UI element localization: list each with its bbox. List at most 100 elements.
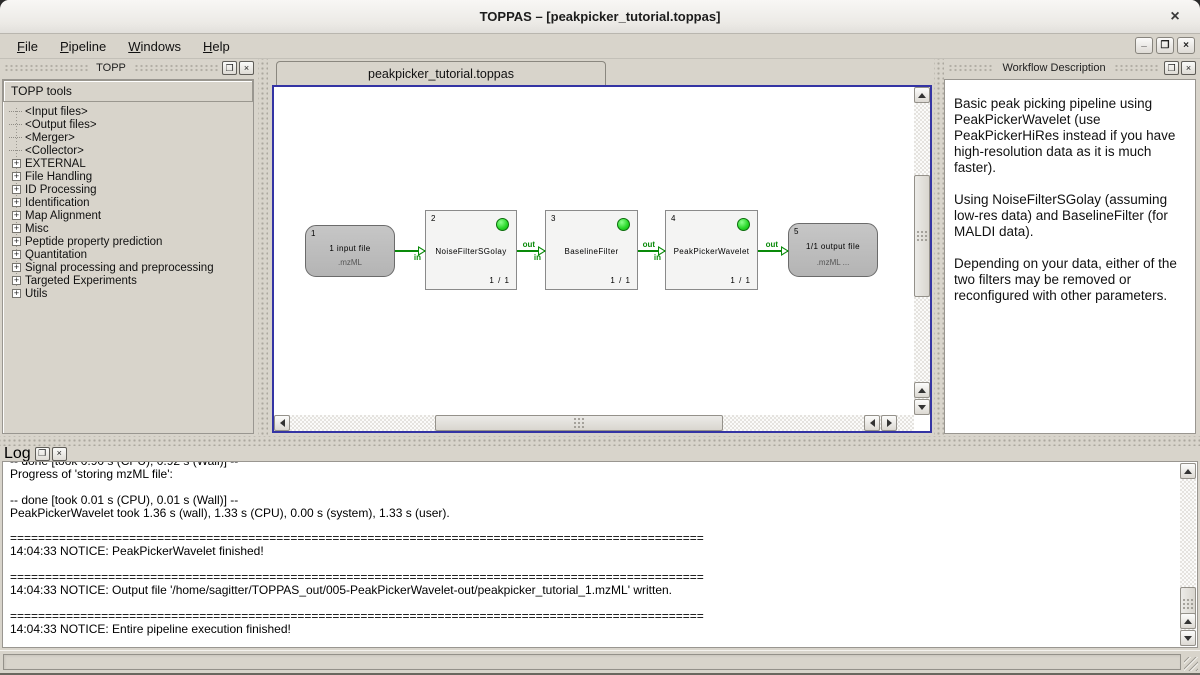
mdi-minimize-button[interactable]: _ — [1135, 37, 1153, 54]
log-dock-titlebar[interactable]: Log ❐ × — [0, 446, 1200, 461]
canvas-vscroll-thumb[interactable] — [914, 175, 930, 297]
expand-icon[interactable]: + — [12, 185, 21, 194]
tree-item[interactable]: + Signal processing and preprocessing — [9, 261, 253, 274]
expand-icon[interactable]: + — [12, 250, 21, 259]
log-splitter[interactable] — [0, 436, 1200, 446]
toppas-window: TOPPAS – [peakpicker_tutorial.toppas] × … — [0, 0, 1200, 675]
expand-icon[interactable]: + — [12, 172, 21, 181]
dock-close-button[interactable]: × — [52, 447, 67, 461]
expand-icon[interactable]: + — [12, 263, 21, 272]
menu-item[interactable]: File — [6, 36, 49, 57]
log-panel[interactable]: -- done [took 0.90 s (CPU), 0.92 s (Wall… — [2, 461, 1198, 648]
scroll-up-button[interactable] — [914, 87, 930, 103]
tree-item[interactable]: + Identification — [9, 196, 253, 209]
tree-item[interactable]: + Misc — [9, 222, 253, 235]
left-splitter[interactable] — [258, 59, 268, 436]
dock-float-button[interactable]: ❐ — [222, 61, 237, 75]
scroll-down-button[interactable] — [1180, 630, 1196, 646]
left-arrow-icon — [280, 419, 285, 427]
window-titlebar[interactable]: TOPPAS – [peakpicker_tutorial.toppas] × — [0, 0, 1200, 34]
edge-peakpicker-to-output[interactable]: out — [758, 250, 788, 252]
dock-close-button[interactable]: × — [1181, 61, 1196, 75]
edge-label-in: in — [534, 253, 541, 262]
node-peakpickerwavelet[interactable]: 4 PeakPickerWavelet 1 / 1 — [665, 210, 758, 290]
menubar: FilePipelineWindowsHelp _ ❐ × — [0, 34, 1200, 59]
scroll-right-button[interactable] — [881, 415, 897, 431]
tree-item[interactable]: + <Output files> — [9, 118, 253, 131]
log-line: -- done [took 0.90 s (CPU), 0.92 s (Wall… — [10, 461, 1195, 468]
dock-texture — [134, 64, 218, 72]
topp-dock-titlebar[interactable]: TOPP ❐ × — [0, 59, 258, 77]
dock-close-button[interactable]: × — [239, 61, 254, 75]
edge-noisefilter-to-baseline[interactable]: out in — [517, 250, 545, 252]
scroll-up-button2[interactable] — [914, 382, 930, 398]
dock-texture — [948, 64, 994, 72]
tree-item[interactable]: + EXTERNAL — [9, 157, 253, 170]
canvas-hscroll-thumb[interactable] — [435, 415, 723, 431]
tree-item[interactable]: + Map Alignment — [9, 209, 253, 222]
node-title: PeakPickerWavelet — [666, 247, 757, 256]
log-line — [10, 481, 1195, 494]
scroll-left-button[interactable] — [274, 415, 290, 431]
description-dock-titlebar[interactable]: Workflow Description ❐ × — [944, 59, 1200, 77]
dock-buttons: ❐ × — [35, 447, 67, 461]
arrowhead-inner — [782, 248, 787, 254]
up-arrow-icon — [918, 388, 926, 393]
expand-icon[interactable]: + — [12, 159, 21, 168]
menu-item[interactable]: Pipeline — [49, 36, 117, 57]
tree-item[interactable]: + <Input files> — [9, 105, 253, 118]
expand-icon[interactable]: + — [12, 289, 21, 298]
tree-item[interactable]: + <Collector> — [9, 144, 253, 157]
tree-item-label: Map Alignment — [25, 210, 101, 222]
tree-item[interactable]: + File Handling — [9, 170, 253, 183]
scroll-up-button2[interactable] — [1180, 613, 1196, 629]
tree-item[interactable]: + ID Processing — [9, 183, 253, 196]
tree-item[interactable]: + <Merger> — [9, 131, 253, 144]
node-input-file[interactable]: 1 1 input file .mzML — [305, 225, 395, 277]
log-output: -- done [took 0.90 s (CPU), 0.92 s (Wall… — [3, 461, 1197, 636]
log-line: -- done [took 0.01 s (CPU), 0.01 s (Wall… — [10, 494, 1195, 507]
dock-float-button[interactable]: ❐ — [1164, 61, 1179, 75]
scroll-down-button[interactable] — [914, 399, 930, 415]
tab-peakpicker-tutorial[interactable]: peakpicker_tutorial.toppas — [276, 61, 606, 85]
expand-icon[interactable]: + — [12, 224, 21, 233]
restore-icon: ❐ — [1161, 42, 1170, 50]
node-noisefiltersgolay[interactable]: 2 NoiseFilterSGolay 1 / 1 — [425, 210, 517, 290]
right-splitter[interactable] — [934, 59, 944, 436]
tree-item[interactable]: + Targeted Experiments — [9, 274, 253, 287]
tree-item[interactable]: + Peptide property prediction — [9, 235, 253, 248]
log-vertical-scrollbar[interactable] — [1180, 463, 1196, 646]
left-arrow-icon — [870, 419, 875, 427]
tree-item[interactable]: + Quantitation — [9, 248, 253, 261]
dock-float-button[interactable]: ❐ — [35, 447, 50, 461]
menu-item[interactable]: Windows — [117, 36, 192, 57]
scroll-left-button2[interactable] — [864, 415, 880, 431]
dock-buttons: ❐ × — [222, 61, 254, 75]
down-arrow-icon — [918, 405, 926, 410]
topp-tools-panel: TOPP tools + <Input files> + <Output fil… — [2, 79, 254, 434]
expand-icon[interactable]: + — [12, 276, 21, 285]
tree-branch-line — [9, 150, 22, 151]
pipeline-canvas[interactable]: 1 1 input file .mzML 2 NoiseFilterSGolay… — [272, 85, 932, 433]
expand-icon[interactable]: + — [12, 237, 21, 246]
window-close-button[interactable]: × — [1164, 6, 1186, 28]
mdi-close-button[interactable]: × — [1177, 37, 1195, 54]
menu-item[interactable]: Help — [192, 36, 241, 57]
scroll-up-button[interactable] — [1180, 463, 1196, 479]
node-output-file[interactable]: 5 1/1 output file .mzML ... — [788, 223, 878, 277]
edge-input-to-noisefilter[interactable]: in — [395, 250, 425, 252]
tree-item-label: Peptide property prediction — [25, 236, 162, 248]
expand-icon[interactable]: + — [12, 211, 21, 220]
mdi-restore-button[interactable]: ❐ — [1156, 37, 1174, 54]
right-arrow-icon — [887, 419, 892, 427]
node-baselinefilter[interactable]: 3 BaselineFilter 1 / 1 — [545, 210, 638, 290]
expand-icon[interactable]: + — [12, 198, 21, 207]
workflow-description-text[interactable]: Basic peak picking pipeline using PeakPi… — [944, 79, 1196, 434]
edge-baseline-to-peakpicker[interactable]: out in — [638, 250, 665, 252]
close-icon: × — [1170, 8, 1179, 26]
dock-texture — [4, 64, 88, 72]
close-icon: × — [57, 449, 62, 458]
tree-item[interactable]: + Utils — [9, 287, 253, 300]
resize-grip-icon[interactable] — [1184, 657, 1198, 671]
tree-item-label: Identification — [25, 197, 90, 209]
